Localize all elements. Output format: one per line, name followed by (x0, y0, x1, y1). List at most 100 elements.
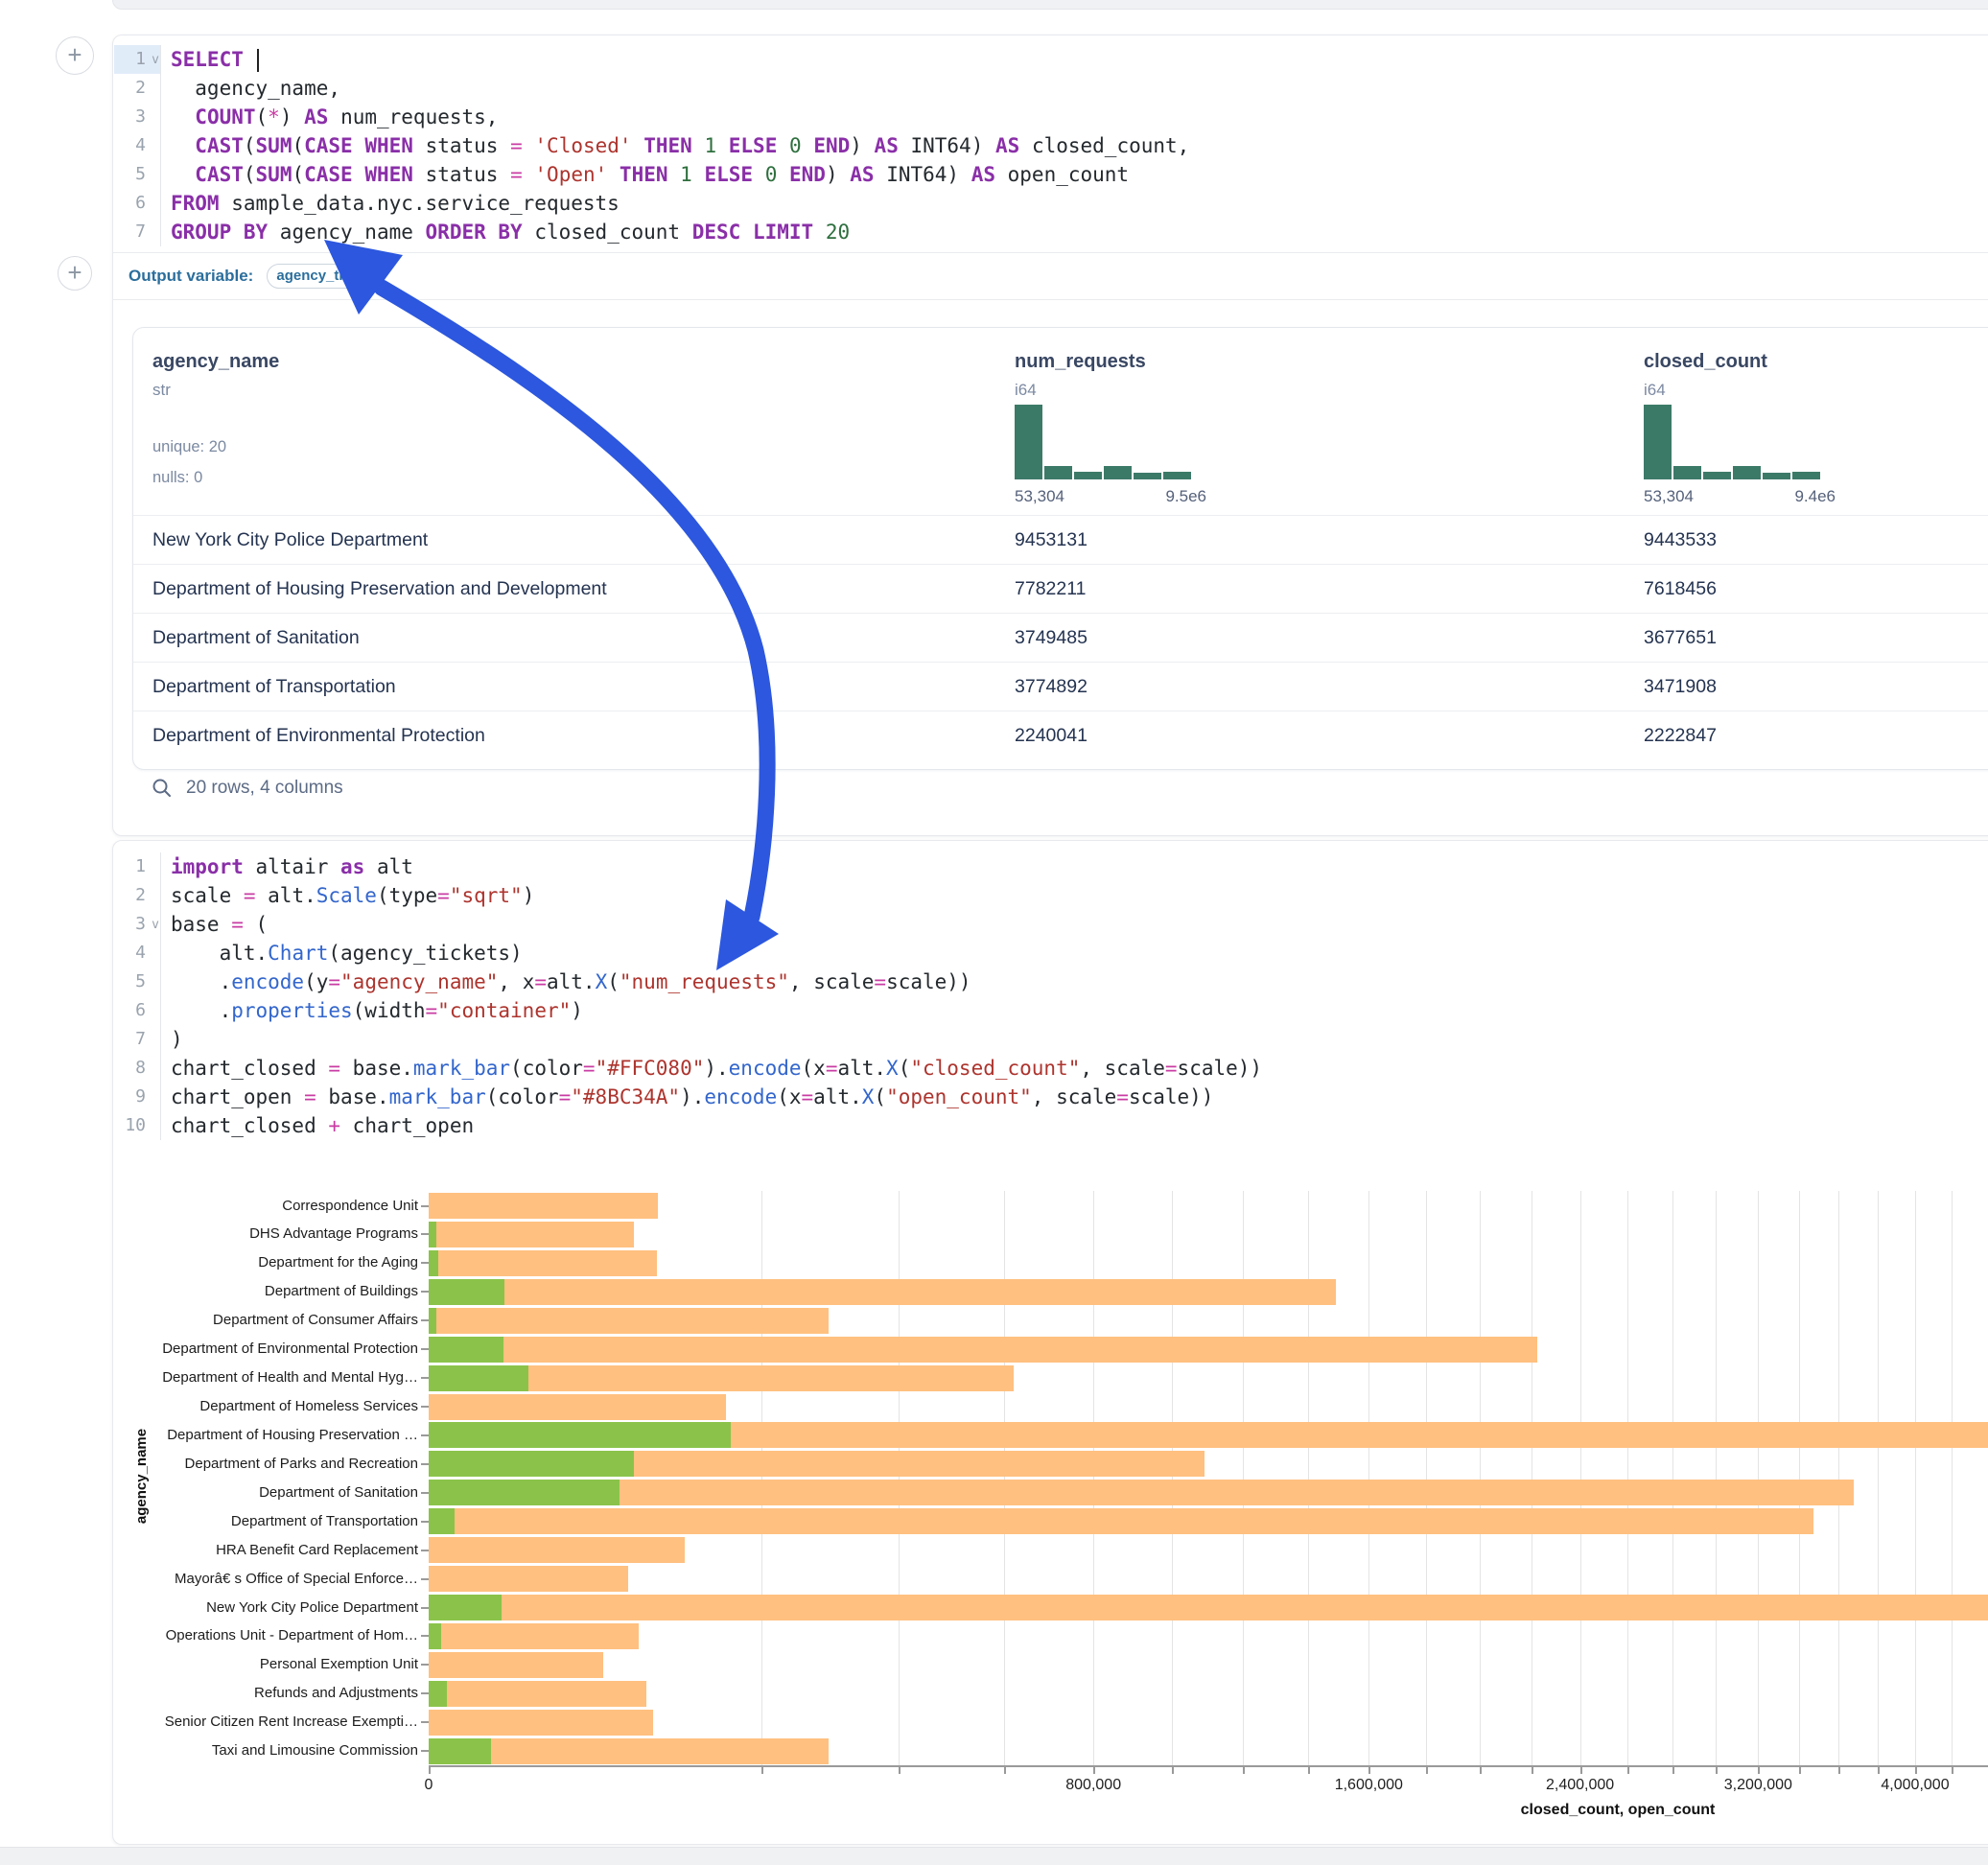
table-row[interactable]: Department of Housing Preservation and D… (133, 564, 1988, 613)
x-axis-line (429, 1765, 1988, 1767)
histogram-bar (1703, 472, 1731, 479)
open-count-bar[interactable] (429, 1451, 634, 1477)
x-axis-title: closed_count, open_count (1521, 1802, 1716, 1819)
histogram-bar (1104, 466, 1132, 479)
output-variable-label: Output variable: (129, 267, 253, 286)
table-cell: Department of Transportation (152, 676, 396, 698)
closed-count-bar[interactable] (429, 1623, 639, 1649)
table-row[interactable]: New York City Police Department945313194… (133, 515, 1988, 564)
open-count-bar[interactable] (429, 1308, 436, 1334)
y-tick (421, 1262, 429, 1264)
gridline (1580, 1191, 1581, 1765)
x-tick (1172, 1767, 1174, 1774)
closed-count-bar[interactable] (429, 1566, 628, 1592)
search-icon[interactable] (152, 778, 173, 799)
closed-count-bar[interactable] (429, 1193, 658, 1219)
dataframe-preview: agency_name str unique: 20 nulls: 0 num_… (132, 327, 1988, 770)
column-stats: unique: 20 nulls: 0 (152, 431, 226, 493)
column-header-closed-count[interactable]: closed_count i64 (1644, 351, 1767, 400)
gridline (899, 1191, 900, 1765)
column-header-agency-name[interactable]: agency_name str (152, 351, 279, 400)
gridline (1838, 1191, 1839, 1765)
closed-count-bar[interactable] (429, 1652, 603, 1678)
closed-count-bar[interactable] (429, 1537, 685, 1563)
x-tick (1093, 1767, 1095, 1774)
y-tick (421, 1205, 429, 1207)
add-block-button-output[interactable]: + (58, 256, 92, 291)
code-line: 4 CAST(SUM(CASE WHEN status = 'Closed' T… (114, 131, 1988, 160)
code-text: agency_name, (161, 74, 340, 103)
gridline (1799, 1191, 1800, 1765)
output-variable-pill[interactable]: agency_tickets (267, 264, 386, 289)
x-tick (1672, 1767, 1674, 1774)
gridline (1426, 1191, 1427, 1765)
closed-count-bar[interactable] (429, 1279, 1336, 1305)
line-number: 3 (114, 103, 161, 131)
x-tick (1878, 1767, 1880, 1774)
open-count-bar[interactable] (429, 1681, 447, 1707)
closed-count-bar[interactable] (429, 1595, 1988, 1620)
y-axis-label: New York City Police Department (113, 1598, 418, 1618)
open-count-bar[interactable] (429, 1250, 438, 1276)
y-tick (421, 1348, 429, 1350)
open-count-bar[interactable] (429, 1422, 731, 1448)
x-tick (429, 1767, 431, 1774)
gridline (1480, 1191, 1481, 1765)
x-tick (1368, 1767, 1370, 1774)
closed-count-bar[interactable] (429, 1250, 657, 1276)
table-row[interactable]: Department of Transportation377489234719… (133, 662, 1988, 711)
code-line: 2 agency_name, (114, 74, 1988, 103)
closed-count-bar[interactable] (429, 1681, 646, 1707)
line-number: 5 (114, 160, 161, 189)
x-tick (1838, 1767, 1840, 1774)
open-count-bar[interactable] (429, 1508, 455, 1534)
closed-count-bar[interactable] (429, 1337, 1537, 1363)
open-count-bar[interactable] (429, 1623, 441, 1649)
x-tick (1627, 1767, 1629, 1774)
table-row[interactable]: Department of Environmental Protection22… (133, 711, 1988, 759)
open-count-bar[interactable] (429, 1279, 504, 1305)
y-axis-label: Correspondence Unit (113, 1197, 418, 1216)
open-count-bar[interactable] (429, 1738, 491, 1764)
y-tick (421, 1319, 429, 1321)
gridline (1627, 1191, 1628, 1765)
table-cell: Department of Sanitation (152, 627, 360, 649)
x-tick (1243, 1767, 1245, 1774)
y-tick (421, 1233, 429, 1235)
sql-code-editor[interactable]: 1vSELECT 2 agency_name,3 COUNT(*) AS num… (114, 45, 1988, 246)
column-header-num-requests[interactable]: num_requests i64 (1015, 351, 1146, 400)
code-text: FROM sample_data.nyc.service_requests (161, 189, 620, 218)
histogram-bar (1673, 466, 1701, 479)
code-text: COUNT(*) AS num_requests, (161, 103, 498, 131)
code-line: 5 CAST(SUM(CASE WHEN status = 'Open' THE… (114, 160, 1988, 189)
closed-count-bar[interactable] (429, 1710, 653, 1736)
closed-count-bar[interactable] (429, 1480, 1854, 1505)
table-cell: 7618456 (1644, 578, 1717, 600)
closed-count-bar[interactable] (429, 1222, 634, 1247)
x-tick (1532, 1767, 1533, 1774)
histogram-bar (1763, 473, 1790, 479)
dataframe-header: agency_name str unique: 20 nulls: 0 num_… (133, 328, 1988, 515)
y-tick (421, 1721, 429, 1723)
closed-count-bar[interactable] (429, 1308, 829, 1334)
closed-count-bar[interactable] (429, 1508, 1813, 1534)
table-row[interactable]: Department of Sanitation37494853677651 (133, 613, 1988, 662)
gridline (1672, 1191, 1673, 1765)
fold-chevron-icon[interactable]: v (152, 46, 159, 75)
x-tick-label: 4,000,000 (1881, 1777, 1949, 1794)
open-count-bar[interactable] (429, 1595, 502, 1620)
dataframe-rows: New York City Police Department945313194… (133, 515, 1988, 759)
add-block-button-top[interactable]: + (56, 36, 94, 75)
y-tick (421, 1291, 429, 1293)
gridline (1172, 1191, 1173, 1765)
python-cell-card: 1import altair as alt2scale = alt.Scale(… (112, 840, 1988, 1845)
open-count-bar[interactable] (429, 1337, 503, 1363)
closed-count-bar[interactable] (429, 1394, 726, 1420)
histogram-bar (1733, 466, 1761, 479)
table-cell: New York City Police Department (152, 529, 428, 551)
open-count-bar[interactable] (429, 1480, 620, 1505)
open-count-bar[interactable] (429, 1365, 528, 1391)
y-axis-label: Refunds and Adjustments (113, 1684, 418, 1703)
open-count-bar[interactable] (429, 1222, 436, 1247)
y-tick (421, 1434, 429, 1436)
